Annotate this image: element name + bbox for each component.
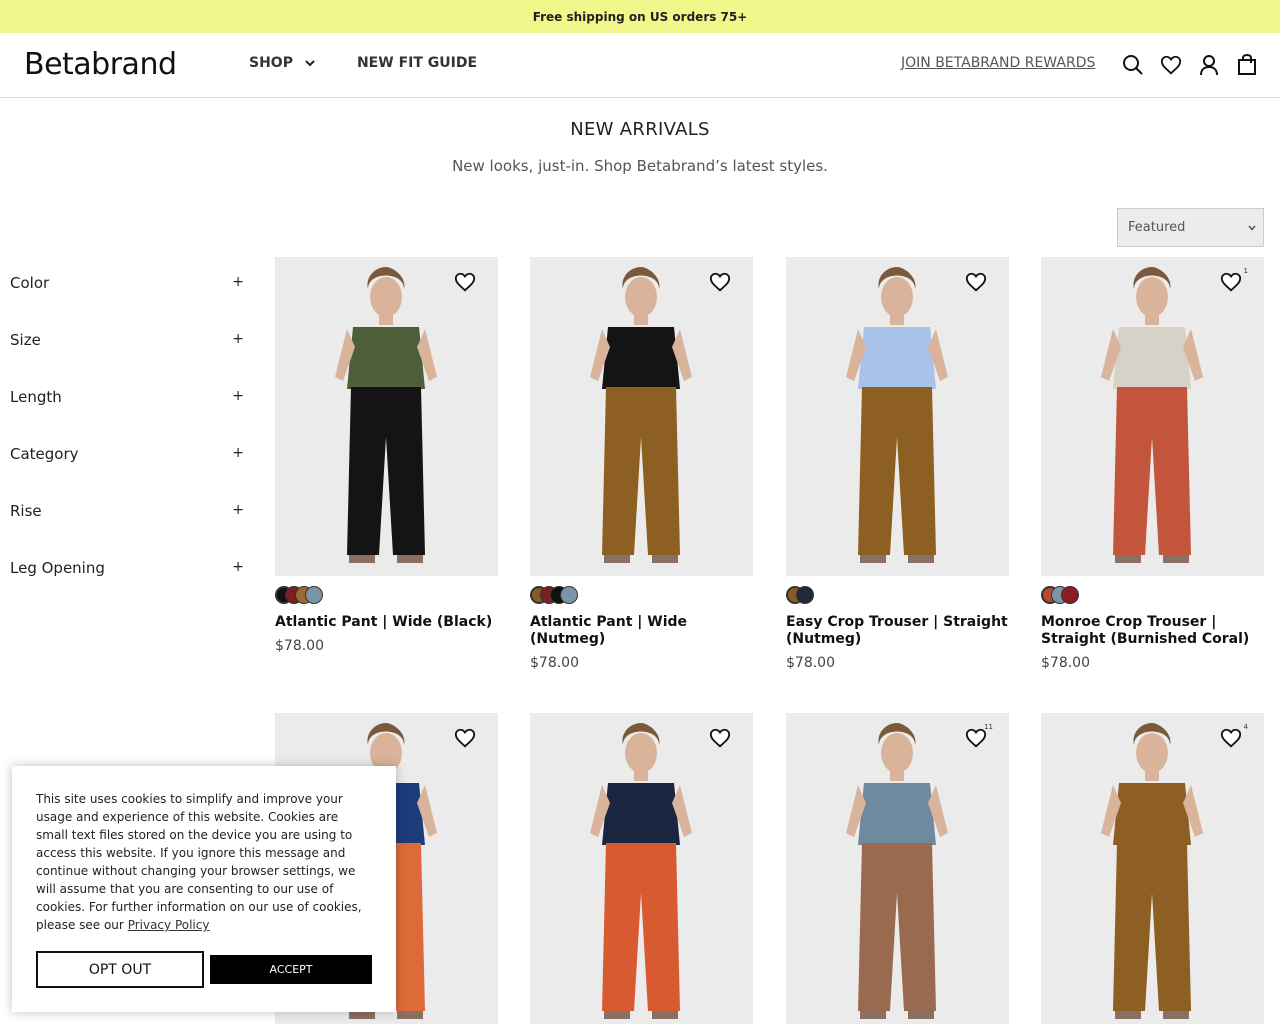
filter-color[interactable]: Color + [10, 264, 246, 321]
wishlist-heart-icon[interactable] [709, 271, 731, 293]
product-name[interactable]: Monroe Crop Trouser | Straight (Burnishe… [1041, 614, 1264, 648]
cookie-message: This site uses cookies to simplify and i… [36, 792, 362, 932]
filter-length[interactable]: Length + [10, 378, 246, 435]
model-figure [1041, 713, 1264, 1024]
accept-button[interactable]: ACCEPT [210, 955, 372, 984]
product-image[interactable]: 11 [786, 713, 1009, 1024]
product-name[interactable]: Atlantic Pant | Wide (Black) [275, 614, 498, 631]
expand-icon: + [232, 388, 244, 404]
wishlist-heart-icon[interactable] [454, 727, 476, 749]
sort-select[interactable]: Featured [1117, 208, 1264, 247]
page-title: NEW ARRIVALS [570, 119, 710, 140]
filter-rise[interactable]: Rise + [10, 492, 246, 549]
promo-text: Free shipping on US orders 75+ [532, 9, 748, 24]
filter-size[interactable]: Size + [10, 321, 246, 378]
product-price: $78.00 [275, 638, 324, 654]
rewards-link[interactable]: JOIN BETABRAND REWARDS [901, 55, 1095, 71]
model-figure [530, 713, 753, 1024]
cookie-banner: This site uses cookies to simplify and i… [12, 766, 396, 1012]
wishlist-heart-icon[interactable] [454, 271, 476, 293]
wishlist-count: 4 [1243, 723, 1248, 731]
model-figure [786, 257, 1009, 576]
expand-icon: + [232, 274, 244, 290]
expand-icon: + [232, 331, 244, 347]
product-price: $78.00 [786, 655, 835, 671]
color-swatch[interactable] [305, 586, 323, 604]
color-swatch[interactable] [560, 586, 578, 604]
filter-label: Length [10, 388, 62, 406]
filter-sidebar: Color + Size + Length + Category + Rise + Leg… [10, 264, 246, 606]
color-swatches [1041, 586, 1264, 606]
model-figure [530, 257, 753, 576]
product-image[interactable] [786, 257, 1009, 576]
filter-label: Rise [10, 502, 42, 520]
nav-shop[interactable]: SHOP [249, 55, 317, 71]
wishlist-heart-icon[interactable] [965, 271, 987, 293]
product-card[interactable]: Easy Crop Trouser | Straight (Nutmeg) $78… [786, 257, 1009, 671]
product-card[interactable]: Atlantic Pant | Wide (Nutmeg) $78.00 [530, 257, 753, 671]
product-price: $78.00 [1041, 655, 1090, 671]
bag-icon[interactable] [1236, 54, 1258, 76]
wishlist-count: 11 [984, 723, 993, 731]
product-name[interactable]: Atlantic Pant | Wide (Nutmeg) [530, 614, 753, 648]
search-icon[interactable] [1122, 54, 1144, 76]
color-swatch[interactable] [1061, 586, 1079, 604]
filter-label: Color [10, 274, 50, 292]
wishlist-count: 1 [1243, 267, 1248, 275]
model-figure [786, 713, 1009, 1024]
promo-banner: Free shipping on US orders 75+ [0, 0, 1280, 33]
product-price: $78.00 [530, 655, 579, 671]
page-subtitle: New looks, just-in. Shop Betabrand’s lat… [452, 157, 828, 175]
color-swatch[interactable] [796, 586, 814, 604]
product-image[interactable] [530, 713, 753, 1024]
color-swatches [275, 586, 498, 606]
heart-icon[interactable] [1160, 54, 1182, 76]
expand-icon: + [232, 445, 244, 461]
chevron-down-icon [305, 60, 315, 67]
opt-out-button[interactable]: OPT OUT [36, 951, 204, 988]
header-icons [1122, 54, 1258, 76]
filter-category[interactable]: Category + [10, 435, 246, 492]
product-image[interactable] [530, 257, 753, 576]
sort-value: Featured [1128, 220, 1186, 235]
product-image[interactable]: 1 [1041, 257, 1264, 576]
main-nav: SHOP NEW FIT GUIDE [249, 55, 477, 71]
model-figure [275, 257, 498, 576]
privacy-policy-link[interactable]: Privacy Policy [128, 918, 210, 932]
model-figure [1041, 257, 1264, 576]
expand-icon: + [232, 502, 244, 518]
account-icon[interactable] [1198, 54, 1220, 76]
product-name[interactable]: Easy Crop Trouser | Straight (Nutmeg) [786, 614, 1009, 648]
filter-leg-opening[interactable]: Leg Opening + [10, 549, 246, 606]
wishlist-heart-icon[interactable]: 11 [965, 723, 993, 749]
wishlist-heart-icon[interactable]: 1 [1220, 267, 1248, 293]
expand-icon: + [232, 559, 244, 575]
product-card[interactable]: 11 [786, 713, 1009, 1024]
cookie-buttons: OPT OUT ACCEPT [36, 951, 372, 988]
color-swatches [530, 586, 753, 606]
product-card[interactable] [530, 713, 753, 1024]
filter-label: Leg Opening [10, 559, 105, 577]
product-card[interactable]: 1 Monroe Crop Trouser | Straight (Burnish… [1041, 257, 1264, 671]
site-header: Betabrand SHOP NEW FIT GUIDE JOIN BETABR… [0, 33, 1280, 98]
product-card[interactable]: Atlantic Pant | Wide (Black) $78.00 [275, 257, 498, 654]
product-image[interactable] [275, 257, 498, 576]
color-swatches [786, 586, 1009, 606]
filter-label: Category [10, 445, 79, 463]
product-image[interactable]: 4 [1041, 713, 1264, 1024]
cookie-text: This site uses cookies to simplify and i… [36, 790, 372, 934]
chevron-down-icon [1248, 225, 1256, 231]
wishlist-heart-icon[interactable]: 4 [1220, 723, 1248, 749]
wishlist-heart-icon[interactable] [709, 727, 731, 749]
brand-logo[interactable]: Betabrand [24, 47, 177, 82]
nav-fit-guide[interactable]: NEW FIT GUIDE [357, 55, 477, 71]
filter-label: Size [10, 331, 41, 349]
nav-shop-label: SHOP [249, 55, 293, 71]
product-card[interactable]: 4 [1041, 713, 1264, 1024]
